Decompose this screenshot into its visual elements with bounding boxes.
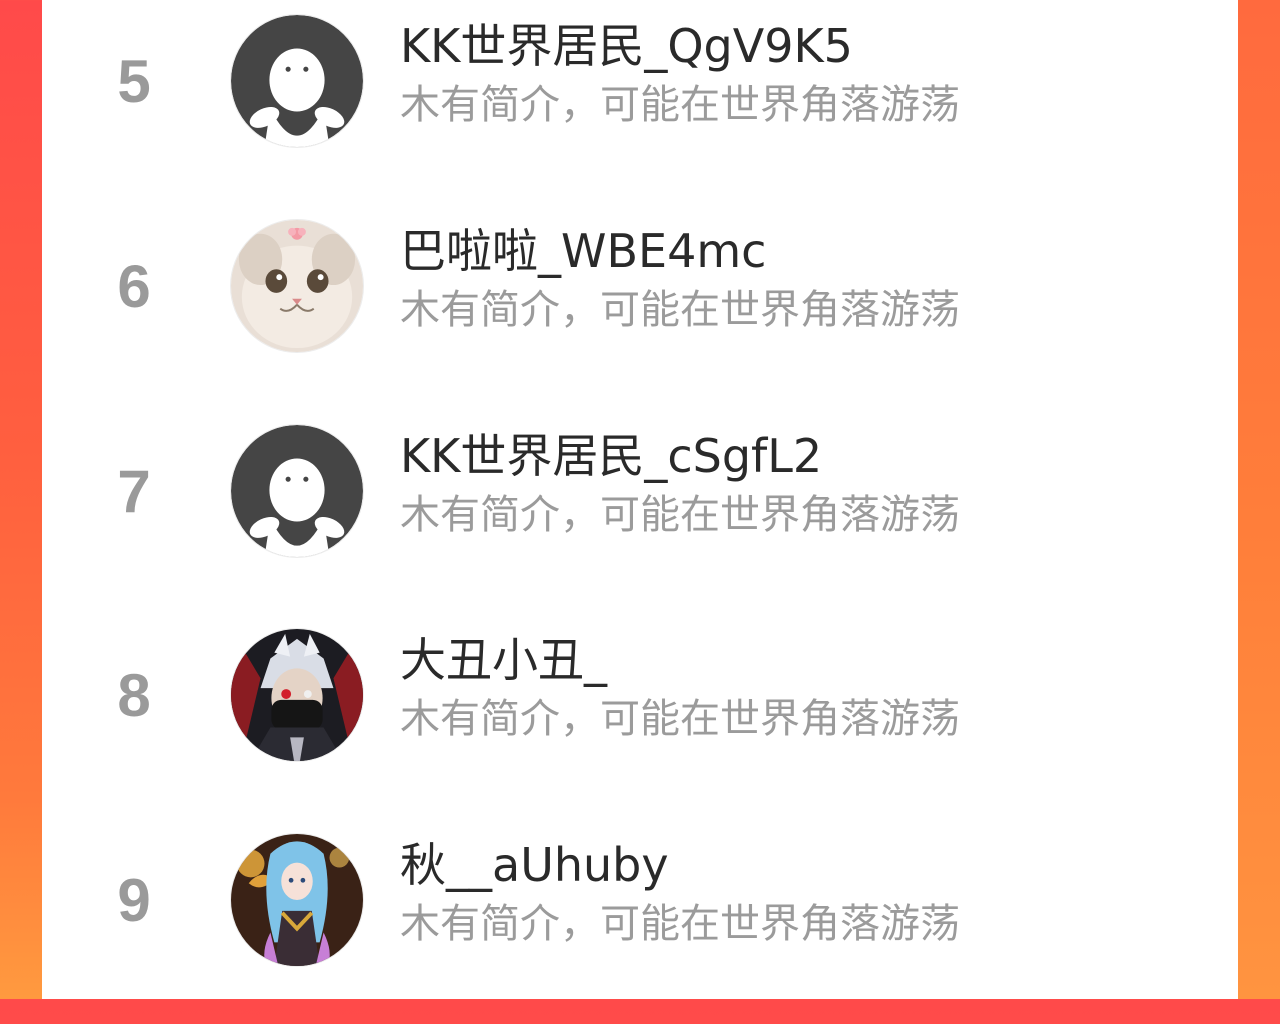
user-bio: 木有简介，可能在世界角落游荡 (400, 901, 960, 947)
ranking-row-8[interactable]: 8 大丑小丑_ 木有简介，可能在世界角落游荡 (42, 614, 1238, 819)
user-bio: 木有简介，可能在世界角落游荡 (400, 287, 960, 333)
ranking-row-6[interactable]: 6 巴啦啦_WBE4mc 木有简介，可能在世界角落游荡 (42, 205, 1238, 410)
rank-number: 6 (117, 253, 151, 320)
user-bio: 木有简介，可能在世界角落游荡 (400, 82, 960, 128)
user-bio: 木有简介，可能在世界角落游荡 (400, 492, 960, 538)
default-ghost-avatar-icon[interactable] (230, 424, 364, 558)
ranking-row-5[interactable]: 5 KK世界居民_QgV9K5 木有简介，可能在世界角落游荡 (42, 0, 1238, 205)
username[interactable]: 秋__aUhuby (400, 837, 669, 893)
ranking-list-card: 5 KK世界居民_QgV9K5 木有简介，可能在世界角落游荡 6 巴啦啦_WBE… (42, 0, 1238, 999)
anime-girl-avatar-icon[interactable] (230, 833, 364, 967)
rank-number: 8 (117, 662, 151, 729)
username[interactable]: 巴啦啦_WBE4mc (400, 223, 766, 279)
background-gradient-right (1238, 0, 1280, 999)
user-bio: 木有简介，可能在世界角落游荡 (400, 696, 960, 742)
rank-number: 9 (117, 867, 151, 934)
cat-avatar-icon[interactable] (230, 219, 364, 353)
ranking-row-7[interactable]: 7 KK世界居民_cSgfL2 木有简介，可能在世界角落游荡 (42, 410, 1238, 615)
default-ghost-avatar-icon[interactable] (230, 14, 364, 148)
masked-character-avatar-icon[interactable] (230, 628, 364, 762)
username[interactable]: 大丑小丑_ (400, 632, 607, 688)
ranking-row-9[interactable]: 9 秋__aUhuby 木有简介，可能在世界角落游荡 (42, 819, 1238, 1024)
username[interactable]: KK世界居民_QgV9K5 (400, 18, 853, 74)
rank-number: 5 (117, 48, 151, 115)
username[interactable]: KK世界居民_cSgfL2 (400, 428, 822, 484)
rank-number: 7 (117, 458, 151, 525)
